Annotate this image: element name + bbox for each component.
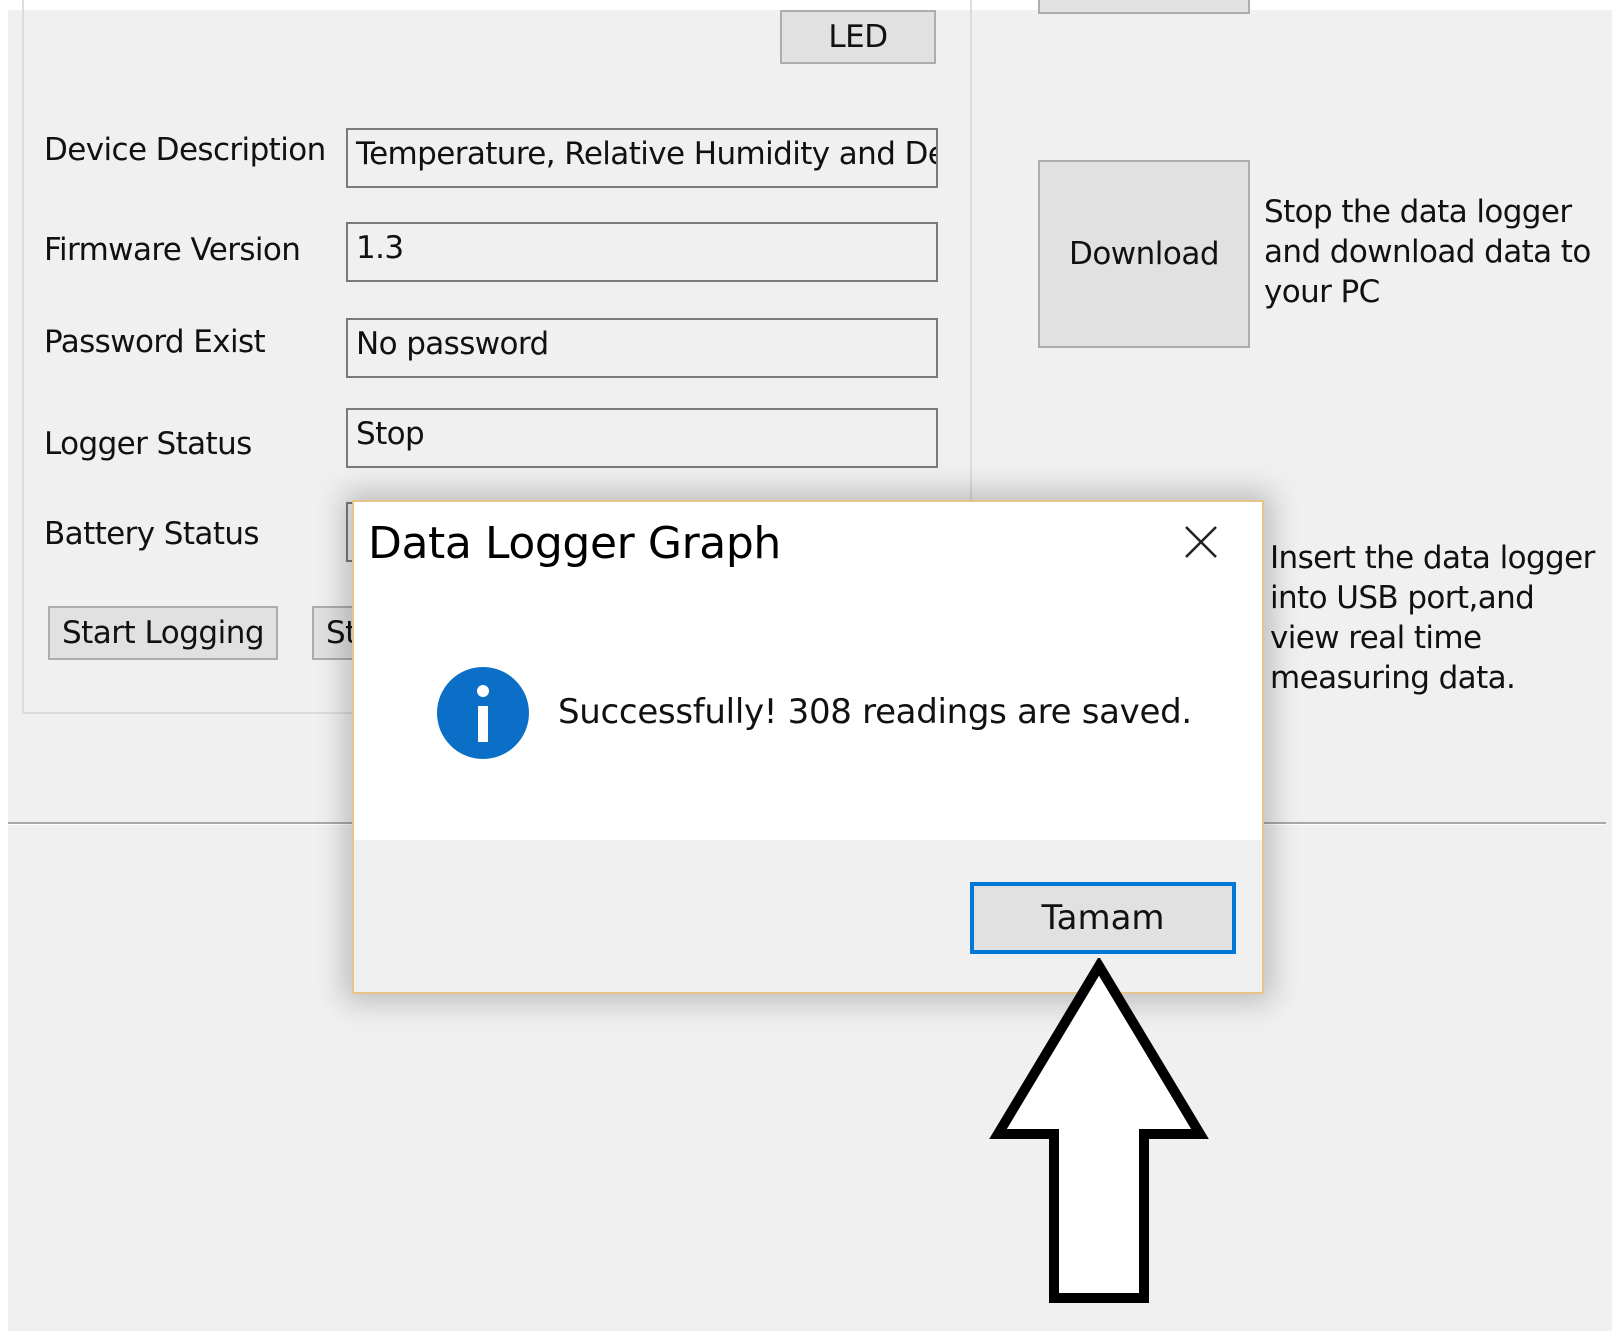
download-description: Stop the data logger and download data t… [1264, 194, 1591, 310]
realtime-description: Insert the data logger into USB port,and… [1270, 540, 1595, 696]
top-button-edge[interactable] [1038, 0, 1250, 14]
dialog-title: Data Logger Graph [368, 518, 781, 569]
close-icon[interactable] [1176, 520, 1226, 564]
logger-status-field[interactable]: Stop [346, 408, 938, 468]
firmware-version-label: Firmware Version [44, 232, 301, 268]
password-exist-field[interactable]: No password [346, 318, 938, 378]
up-arrow-icon [986, 956, 1212, 1308]
device-description-field[interactable]: Temperature, Relative Humidity and De [346, 128, 938, 188]
start-logging-button[interactable]: Start Logging [48, 606, 278, 660]
screenshot-canvas: LED Device Description Temperature, Rela… [0, 0, 1612, 1331]
battery-status-label: Battery Status [44, 516, 260, 552]
dialog-message: Successfully! 308 readings are saved. [558, 692, 1192, 732]
device-description-label: Device Description [44, 132, 326, 168]
led-button[interactable]: LED [780, 10, 936, 64]
info-icon [436, 666, 530, 760]
password-exist-label: Password Exist [44, 324, 266, 360]
download-button[interactable]: Download [1038, 160, 1250, 348]
message-dialog: Data Logger Graph Successfully! 308 read… [352, 500, 1264, 994]
logger-status-label: Logger Status [44, 426, 252, 462]
firmware-version-field[interactable]: 1.3 [346, 222, 938, 282]
ok-button[interactable]: Tamam [970, 882, 1236, 954]
